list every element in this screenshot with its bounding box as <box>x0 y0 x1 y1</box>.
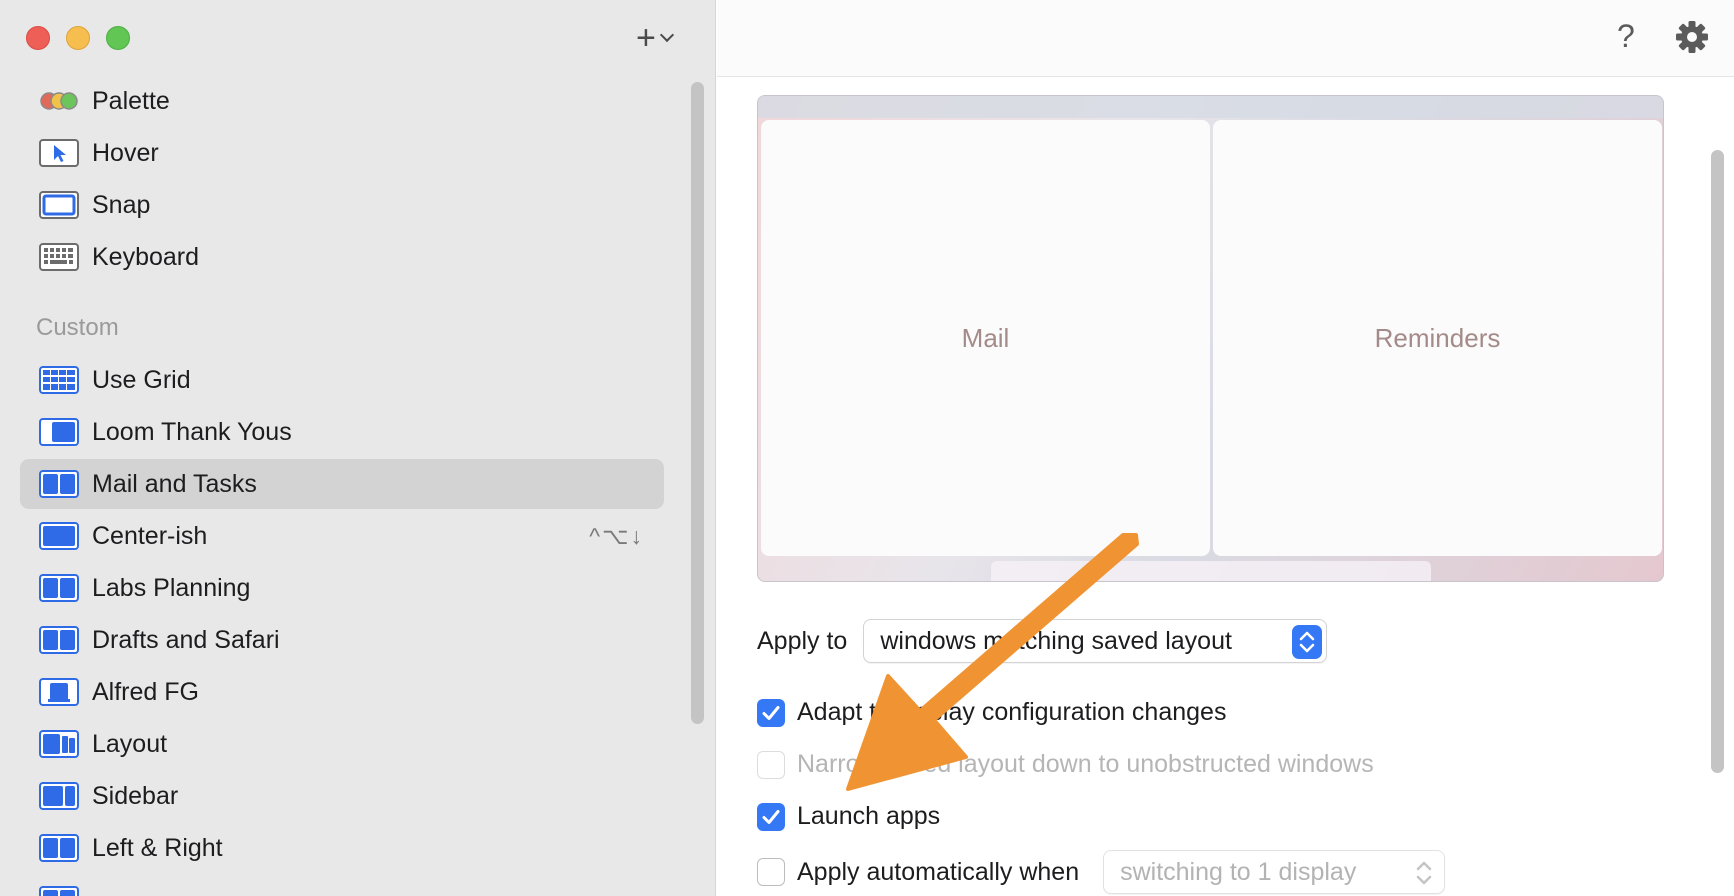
zoom-window-button[interactable] <box>106 26 130 50</box>
display-trigger-value: switching to 1 display <box>1120 857 1357 886</box>
add-layout-button[interactable]: + <box>636 20 692 56</box>
cursor-icon <box>39 139 79 167</box>
preview-dock <box>991 561 1431 581</box>
chevron-down-icon <box>659 27 674 43</box>
sidebar-item-hover[interactable]: Hover <box>20 128 664 178</box>
sidebar-item-label: Snap <box>92 190 151 219</box>
toolbar: ? <box>717 0 1734 77</box>
sidebar-item-label: Mail and Tasks <box>92 469 257 498</box>
sidebar-item-mail-and-tasks[interactable]: Mail and Tasks <box>20 459 664 509</box>
full-layout-icon <box>39 522 79 550</box>
sidebar-item-label: Keyboard <box>92 242 200 271</box>
sidebar-item-alfred-fg[interactable]: Alfred FG <box>20 667 664 717</box>
sidebar-item-labs-planning[interactable]: Labs Planning <box>20 563 664 613</box>
launch-apps-label: Launch apps <box>797 802 941 830</box>
chevron-updown-icon <box>1416 861 1432 885</box>
adapt-label: Adapt to display configuration changes <box>797 698 1227 726</box>
help-icon[interactable]: ? <box>1617 18 1635 55</box>
apply-automatically-label: Apply automatically when <box>797 857 1080 886</box>
preview-menu-bar <box>758 96 1663 118</box>
sidebar-item-drafts-and-safari[interactable]: Drafts and Safari <box>20 615 664 665</box>
right-half-layout-icon <box>39 418 79 446</box>
keyboard-icon <box>39 243 79 271</box>
sidebar-item-use-grid[interactable]: Use Grid <box>20 355 664 405</box>
sidebar-item-label: Layout <box>92 729 168 758</box>
sidebar-item-label: Sidebar <box>92 781 179 810</box>
apply-automatically-option: Apply automatically when switching to 1 … <box>757 850 1446 894</box>
sidebar-item-label: Left & Right <box>92 833 223 862</box>
sidebar-item-label: Center-ish <box>92 521 208 550</box>
main-panel: ? Mail Reminders Apply to windows matchi… <box>717 0 1734 896</box>
adapt-checkbox[interactable] <box>757 698 785 727</box>
plus-icon: + <box>636 19 656 57</box>
gear-icon[interactable] <box>1675 20 1709 54</box>
sidebar-item-layout[interactable]: Layout <box>20 719 664 769</box>
select-stepper-icon <box>1292 625 1323 659</box>
preview-pane-left[interactable]: Mail <box>761 120 1210 556</box>
sidebar-item-loom-thank-yous[interactable]: Loom Thank Yous <box>20 407 664 457</box>
sidebar-scrollbar[interactable] <box>691 82 704 724</box>
split-layout-icon <box>39 626 79 654</box>
minimize-window-button[interactable] <box>66 26 90 50</box>
split-layout-icon <box>39 886 79 896</box>
grid-layout-icon <box>39 366 79 394</box>
main-scrollbar[interactable] <box>1711 150 1724 773</box>
sidebar-item-label: Loom Thank Yous <box>92 417 292 446</box>
apply-automatically-checkbox[interactable] <box>757 858 785 886</box>
narrow-option: Narrow saved layout down to unobstructed… <box>757 750 1374 779</box>
sidebar-item-keyboard[interactable]: Keyboard <box>20 232 664 282</box>
sidebar-item-label: Alfred FG <box>92 677 199 706</box>
sidebar-item-label: Labs Planning <box>92 573 251 602</box>
adapt-option[interactable]: Adapt to display configuration changes <box>757 698 1226 727</box>
sidebar-item-palette[interactable]: Palette <box>20 76 664 126</box>
sidebar-item-partial[interactable] <box>20 875 664 896</box>
display-trigger-select[interactable]: switching to 1 display <box>1103 850 1446 894</box>
launch-apps-option[interactable]: Launch apps <box>757 802 940 831</box>
narrow-label: Narrow saved layout down to unobstructed… <box>797 750 1374 778</box>
apply-to-row: Apply to windows matching saved layout <box>757 619 1328 663</box>
sidebar-item-label: Hover <box>92 138 159 167</box>
sidebar-item-label: Drafts and Safari <box>92 625 280 654</box>
snap-icon <box>39 191 79 219</box>
keyboard-shortcut: ^⌥↓ <box>589 522 644 549</box>
sidebar-layout-icon <box>39 782 79 810</box>
palette-icon <box>40 92 78 110</box>
sidebar-item-left-and-right[interactable]: Left & Right <box>20 823 664 873</box>
sidebar-item-sidebar[interactable]: Sidebar <box>20 771 664 821</box>
launch-apps-checkbox[interactable] <box>757 802 785 831</box>
multi-column-layout-icon <box>39 730 79 758</box>
section-header-custom: Custom <box>36 314 119 341</box>
apply-to-value: windows matching saved layout <box>880 626 1232 655</box>
narrow-checkbox[interactable] <box>757 750 785 779</box>
split-layout-icon <box>39 574 79 602</box>
layout-preview: Mail Reminders <box>757 95 1664 582</box>
sidebar-item-label: Palette <box>92 86 170 115</box>
split-layout-icon <box>39 470 79 498</box>
sidebar-item-snap[interactable]: Snap <box>20 180 664 230</box>
close-window-button[interactable] <box>26 26 50 50</box>
sidebar-item-center-ish[interactable]: Center-ish ^⌥↓ <box>20 511 664 561</box>
centered-layout-icon <box>39 678 79 706</box>
preview-pane-right[interactable]: Reminders <box>1213 120 1662 556</box>
checkmark-icon <box>762 705 780 720</box>
apply-to-select[interactable]: windows matching saved layout <box>863 619 1328 663</box>
sidebar: + Palette Hover Snap Keyboard Custom Use… <box>0 0 716 896</box>
apply-to-label: Apply to <box>757 626 848 655</box>
split-layout-icon <box>39 834 79 862</box>
checkmark-icon <box>762 809 780 824</box>
sidebar-item-label: Use Grid <box>92 365 191 394</box>
